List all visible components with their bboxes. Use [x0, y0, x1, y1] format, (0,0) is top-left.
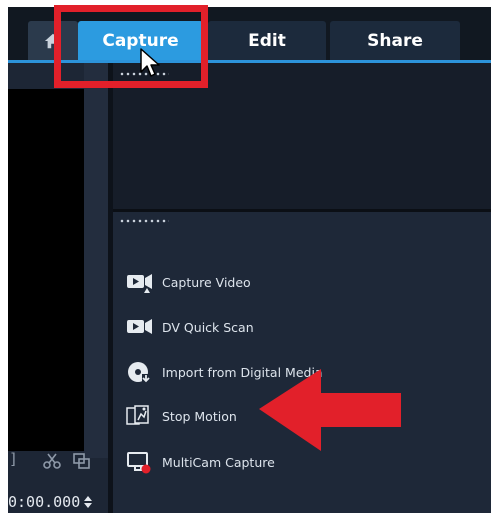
- dv-quick-scan-label: DV Quick Scan: [162, 319, 254, 335]
- stop-motion-pointer-arrow-icon: [259, 369, 401, 451]
- multicam-capture-label: MultiCam Capture: [162, 454, 275, 470]
- stop-motion-icon: [126, 405, 149, 425]
- capture-tab-highlight-box: [54, 5, 208, 88]
- import-digital-media-icon: [128, 362, 150, 383]
- split-clip-scissors-icon[interactable]: [42, 452, 62, 470]
- capture-video-label: Capture Video: [162, 274, 251, 290]
- timecode-field[interactable]: 0:00.000: [8, 491, 104, 513]
- timecode-stepper-icon[interactable]: [83, 494, 93, 510]
- timecode-value: 0:00.000: [8, 493, 81, 511]
- mouse-cursor-icon: [140, 48, 160, 77]
- preview-window: [8, 89, 84, 451]
- dv-quick-scan-option[interactable]: DV Quick Scan: [126, 313, 254, 341]
- copy-clip-icon[interactable]: [72, 452, 92, 470]
- tab-edit[interactable]: Edit: [208, 21, 326, 60]
- tab-share[interactable]: Share: [330, 21, 460, 60]
- mark-out-bracket-icon[interactable]: ]: [10, 450, 16, 468]
- stop-motion-option[interactable]: Stop Motion: [126, 402, 237, 430]
- panel-grip-bottom[interactable]: [119, 219, 169, 223]
- stop-motion-label: Stop Motion: [162, 408, 237, 424]
- preview-panel: ] 0:00.000: [8, 63, 108, 513]
- capture-options-panel: Capture Video DV Quick Scan Import from …: [113, 212, 491, 513]
- capture-video-option[interactable]: Capture Video: [126, 268, 251, 296]
- multicam-capture-icon: [127, 452, 151, 474]
- preview-side-strip: [84, 63, 108, 458]
- dv-quick-scan-icon: [127, 319, 152, 334]
- multicam-capture-option[interactable]: MultiCam Capture: [126, 448, 275, 476]
- capture-video-icon: [127, 274, 152, 293]
